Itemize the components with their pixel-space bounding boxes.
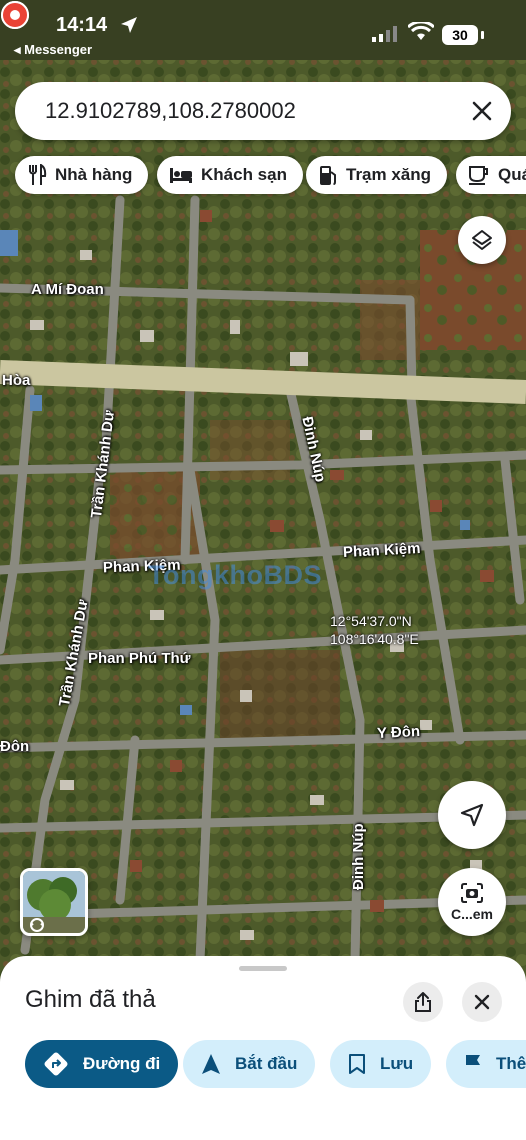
coffee-cup-icon (469, 166, 488, 185)
start-label: Bắt đầu (235, 1054, 298, 1073)
map-imagery (0, 0, 526, 1000)
chip-hotels[interactable]: Khách sạn (157, 156, 303, 194)
sheet-title: Ghim đã thả (25, 986, 156, 1013)
layers-icon (472, 230, 492, 250)
location-arrow-icon (121, 17, 137, 33)
camera-search-button[interactable]: C...em (438, 868, 506, 936)
map-layers-button[interactable] (458, 216, 506, 264)
chip-label: Khách sạn (201, 165, 287, 184)
gas-station-icon (320, 166, 336, 185)
directions-icon (44, 1052, 68, 1076)
watermark: TongkhoBDS (148, 560, 322, 590)
close-sheet-button[interactable] (462, 982, 502, 1022)
back-to-app-link[interactable]: ◂ Messenger (14, 42, 92, 58)
status-time: 14:14 (56, 14, 108, 36)
chip-label: Nhà hàng (55, 165, 133, 184)
street-label-a-mi-doan: A Mí Đoan (31, 281, 104, 298)
flag-icon (466, 1055, 480, 1074)
pin-coordinates: 12°54'37.0"N 108°16'40.8"E (330, 612, 419, 648)
my-location-button[interactable] (438, 781, 506, 849)
chip-label: Trạm xăng (346, 165, 432, 184)
navigation-arrow-icon (460, 803, 484, 827)
hotel-bed-icon (170, 168, 192, 183)
place-bottom-sheet[interactable]: Ghim đã thả Đường đi Bắt đầu Lưu Thê (0, 956, 526, 1140)
start-button[interactable]: Bắt đầu (183, 1040, 316, 1088)
street-label-don: Đôn (0, 738, 30, 755)
status-bar: 14:14 ◂ Messenger 30 (0, 0, 526, 62)
bookmark-icon (349, 1054, 365, 1074)
street-view-thumbnail[interactable] (20, 868, 88, 936)
label-label: Thê (496, 1054, 526, 1073)
chip-cafes[interactable]: Quá (456, 156, 526, 194)
wifi-icon (408, 22, 434, 40)
chip-gas-stations[interactable]: Trạm xăng (306, 156, 448, 194)
battery-tip (481, 31, 484, 39)
street-label-phan-phu-thu: Phan Phú Thứ (88, 650, 191, 667)
directions-label: Đường đi (83, 1054, 161, 1073)
chip-restaurants[interactable]: Nhà hàng (15, 156, 149, 194)
search-input[interactable]: 12.9102789,108.2780002 (45, 98, 296, 124)
street-label-dinh-nup-2: Đinh Núp (350, 823, 367, 890)
pin-longitude: 108°16'40.8"E (330, 631, 419, 647)
camera-icon (461, 883, 483, 903)
restaurant-icon (29, 164, 47, 185)
chip-label: Quá (498, 165, 526, 184)
directions-button[interactable]: Đường đi (25, 1040, 179, 1088)
street-view-preview-image (23, 871, 85, 933)
save-label: Lưu (380, 1054, 414, 1073)
street-label-hoa: Hòa (2, 372, 31, 389)
share-button[interactable] (403, 982, 443, 1022)
share-icon (415, 992, 431, 1012)
search-bar[interactable]: 12.9102789,108.2780002 (15, 82, 511, 140)
drag-handle[interactable] (239, 966, 287, 971)
satellite-map[interactable]: A Mí Đoan Hòa Trần Khánh Dư Trần Khánh D… (0, 0, 526, 1000)
close-icon (474, 994, 490, 1010)
battery-level: 30 (442, 25, 478, 45)
save-button[interactable]: Lưu (330, 1040, 432, 1088)
close-icon[interactable] (471, 100, 493, 122)
cellular-signal-icon (372, 26, 397, 42)
pin-latitude: 12°54'37.0"N (330, 613, 412, 629)
navigation-arrow-icon (202, 1054, 220, 1074)
label-button[interactable]: Thê (446, 1040, 526, 1088)
street-label-y-don: Y Đôn (376, 722, 421, 743)
camera-label: C...em (450, 906, 493, 922)
